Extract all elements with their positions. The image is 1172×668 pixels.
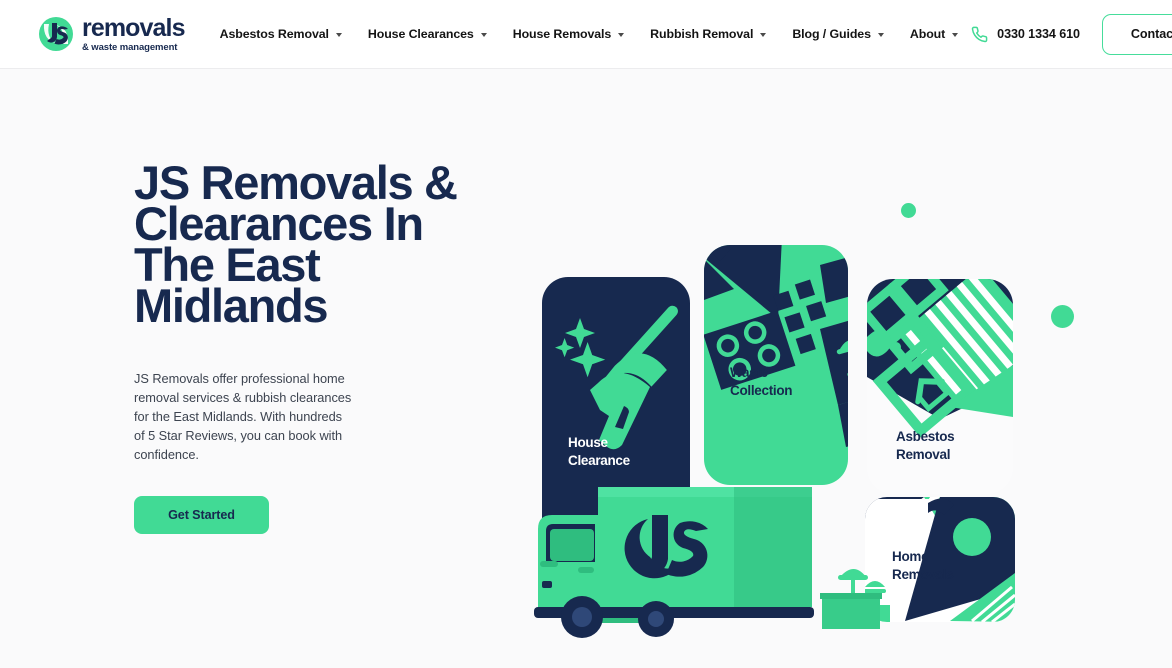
site-logo[interactable]: removals & waste management: [38, 13, 185, 53]
phone-icon: [971, 26, 988, 42]
hero-section: JS Removals & Clearances In The East Mid…: [0, 69, 1172, 668]
phone-number: 0330 1334 610: [997, 27, 1080, 41]
logo-word: removals: [82, 13, 185, 42]
chevron-down-icon: [952, 32, 959, 37]
header-actions: 0330 1334 610 Contact Us: [971, 13, 1172, 55]
card-label-line1: Waste: [730, 365, 769, 380]
contact-us-button[interactable]: Contact Us: [1101, 13, 1172, 55]
card-label-line2: Removals: [892, 567, 953, 582]
card-label-line1: House: [568, 435, 609, 450]
nav-item-about[interactable]: About: [897, 0, 971, 69]
get-started-button[interactable]: Get Started: [134, 495, 269, 534]
nav-item-blog-guides[interactable]: Blog / Guides: [779, 0, 897, 69]
services-illustration: House Clearance Waste Collection Asbesto…: [534, 233, 1043, 638]
card-asbestos-removal[interactable]: Asbestos Removal: [864, 264, 1043, 494]
card-waste-collection[interactable]: Waste Collection: [696, 233, 886, 485]
nav-label: Asbestos Removal: [219, 27, 329, 41]
card-label-line1: Asbestos: [896, 429, 954, 444]
chevron-down-icon: [335, 32, 342, 37]
chevron-down-icon: [480, 32, 487, 37]
card-label-line2: Collection: [730, 383, 792, 398]
hero-illustration: House Clearance Waste Collection Asbesto…: [520, 169, 1120, 649]
card-label-line2: Removal: [896, 447, 950, 462]
chevron-down-icon: [618, 32, 625, 37]
chevron-down-icon: [760, 32, 767, 37]
nav-item-house-clearances[interactable]: House Clearances: [355, 0, 500, 69]
phone-link[interactable]: 0330 1334 610: [971, 26, 1080, 43]
nav-label: Rubbish Removal: [650, 27, 754, 41]
nav-item-asbestos-removal[interactable]: Asbestos Removal: [207, 0, 355, 69]
chevron-down-icon: [877, 32, 884, 37]
js-monogram-icon: [39, 17, 73, 51]
truck-js-badge: [624, 515, 708, 579]
hero-paragraph: JS Removals offer professional home remo…: [134, 371, 352, 462]
card-label-line1: Home: [892, 549, 929, 564]
nav-label: About: [909, 27, 946, 41]
hero-copy: JS Removals & Clearances In The East Mid…: [134, 156, 494, 534]
nav-label: Blog / Guides: [792, 27, 871, 41]
page-title: JS Removals & Clearances In The East Mid…: [134, 156, 458, 332]
primary-nav: Asbestos Removal House Clearances House …: [207, 0, 972, 69]
logo-subtitle: & waste management: [82, 41, 178, 53]
nav-label: House Clearances: [367, 27, 474, 41]
nav-item-rubbish-removal[interactable]: Rubbish Removal: [637, 0, 779, 69]
card-label-line2: Clearance: [568, 453, 631, 468]
nav-label: House Removals: [512, 27, 612, 41]
nav-item-house-removals[interactable]: House Removals: [500, 0, 637, 69]
site-header: removals & waste management Asbestos Rem…: [0, 0, 1172, 69]
